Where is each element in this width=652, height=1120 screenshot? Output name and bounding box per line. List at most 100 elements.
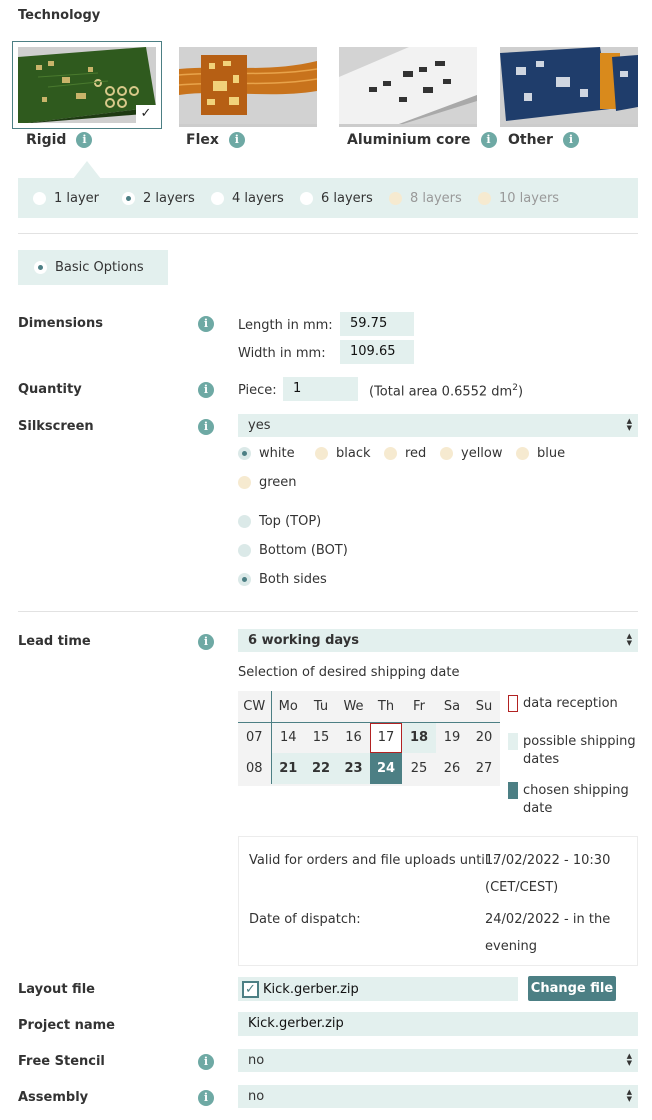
dispatch-value-time: evening — [485, 939, 538, 954]
assembly-select[interactable]: no ▲ ▼ — [238, 1085, 638, 1108]
calendar-day: 16 — [345, 730, 362, 746]
basic-options-tab[interactable]: Basic Options — [18, 250, 168, 285]
silk-color-white[interactable]: white — [238, 446, 315, 461]
tech-label-aluminium[interactable]: Aluminium core i — [347, 132, 497, 148]
width-input[interactable]: 109.65 — [340, 340, 414, 364]
tech-card-aluminium[interactable] — [339, 47, 477, 127]
info-icon[interactable]: i — [198, 382, 214, 398]
info-icon[interactable]: i — [76, 132, 93, 148]
change-file-button[interactable]: Change file — [528, 976, 616, 1001]
tech-name: Aluminium core — [347, 132, 471, 148]
tech-name: Other — [508, 132, 553, 148]
radio-button[interactable] — [384, 447, 397, 460]
valid-label: Valid for orders and file uploads until … — [249, 853, 498, 868]
info-icon[interactable]: i — [198, 419, 214, 435]
radio-button[interactable] — [238, 476, 251, 489]
silk-side-both[interactable]: Both sides — [238, 572, 327, 587]
tech-name: Flex — [186, 132, 219, 148]
calendar-day-chosen[interactable]: 24 — [370, 753, 402, 784]
silkscreen-label: Silkscreen — [18, 419, 94, 434]
layout-file-label: Layout file — [18, 982, 95, 997]
calendar-day-possible[interactable]: 18 — [402, 722, 436, 753]
silkscreen-select[interactable]: yes ▲ ▼ — [238, 414, 638, 437]
project-name-input[interactable]: Kick.gerber.zip — [238, 1012, 638, 1036]
legend-possible-text: possible shipping dates — [523, 734, 636, 767]
silk-color-red[interactable]: red — [384, 446, 440, 461]
free-stencil-select[interactable]: no ▲ ▼ — [238, 1049, 638, 1072]
calendar-day-possible[interactable]: 21 — [271, 753, 305, 784]
select-arrows-icon: ▲ ▼ — [626, 1052, 632, 1067]
assembly-label: Assembly — [18, 1090, 89, 1105]
radio-button[interactable] — [315, 447, 328, 460]
dimensions-label: Dimensions — [18, 316, 103, 331]
silk-side-bottom[interactable]: Bottom (BOT) — [238, 543, 348, 558]
calendar-table: CW Mo Tu We Th Fr Sa Su 07 14 15 16 17 1… — [238, 691, 500, 784]
valid-value-tz: (CET/CEST) — [485, 880, 559, 895]
radio-button[interactable] — [34, 261, 47, 274]
layer-option-1[interactable]: 1 layer — [33, 191, 122, 206]
radio-button[interactable] — [238, 544, 251, 557]
info-icon[interactable]: i — [480, 132, 497, 148]
tech-label-flex[interactable]: Flex i — [186, 132, 245, 148]
dispatch-label: Date of dispatch: — [249, 912, 361, 927]
flex-pcb-image — [179, 47, 317, 124]
silk-color-blue[interactable]: blue — [516, 446, 576, 461]
calendar: CW Mo Tu We Th Fr Sa Su 07 14 15 16 17 1… — [238, 691, 500, 786]
tech-card-rigid[interactable]: ✓ — [12, 41, 162, 129]
info-icon[interactable]: i — [228, 132, 245, 148]
panel-pointer — [73, 161, 101, 179]
piece-label: Piece: — [238, 383, 277, 398]
tech-label-other[interactable]: Other i — [508, 132, 579, 148]
info-icon[interactable]: i — [198, 634, 214, 650]
radio-button[interactable] — [238, 573, 251, 586]
silk-color-yellow[interactable]: yellow — [440, 446, 516, 461]
silk-color-green[interactable]: green — [238, 475, 297, 490]
tech-name: Rigid — [26, 132, 67, 148]
length-input[interactable]: 59.75 — [340, 312, 414, 336]
layers-panel: 1 layer 2 layers 4 layers 6 layers 8 lay… — [18, 178, 638, 218]
calendar-header-day: We — [343, 698, 364, 714]
radio-button[interactable] — [300, 191, 313, 205]
radio-button[interactable] — [122, 191, 135, 205]
layer-option-4[interactable]: 4 layers — [211, 191, 300, 206]
divider — [18, 233, 638, 234]
calendar-day: 15 — [312, 730, 330, 746]
layer-option-2[interactable]: 2 layers — [122, 191, 211, 206]
file-check-icon: ✓ — [242, 980, 259, 998]
radio-button[interactable] — [238, 447, 251, 460]
layout-file-name: Kick.gerber.zip — [263, 981, 359, 997]
radio-button[interactable] — [211, 191, 224, 205]
radio-button[interactable] — [440, 447, 453, 460]
calendar-day: 19 — [443, 730, 461, 746]
tech-card-other[interactable] — [500, 47, 638, 127]
calendar-header-day: Th — [377, 698, 395, 714]
calendar-day-possible[interactable]: 23 — [337, 753, 370, 784]
info-icon[interactable]: i — [198, 1090, 214, 1106]
lead-time-select[interactable]: 6 working days ▲ ▼ — [238, 629, 638, 652]
calendar-day: 25 — [410, 761, 428, 776]
legend-reception-swatch — [508, 695, 518, 712]
quantity-input[interactable]: 1 — [283, 377, 358, 401]
calendar-day-possible[interactable]: 22 — [305, 753, 337, 784]
calendar-week-row: 07 14 15 16 17 18 19 20 — [238, 722, 500, 753]
radio-button[interactable] — [238, 515, 251, 528]
radio-button[interactable] — [33, 191, 46, 205]
legend-reception-text: data reception — [523, 696, 618, 711]
calendar-header-day: Sa — [443, 698, 461, 714]
layer-option-6[interactable]: 6 layers — [300, 191, 389, 206]
info-icon[interactable]: i — [198, 1054, 214, 1070]
calendar-header-row: CW Mo Tu We Th Fr Sa Su — [238, 691, 500, 722]
calendar-header-day: Mo — [278, 698, 298, 714]
valid-value: 17/02/2022 - 10:30 — [485, 853, 611, 868]
select-arrows-icon: ▲ ▼ — [626, 632, 632, 647]
info-icon[interactable]: i — [562, 132, 579, 148]
radio-button[interactable] — [516, 447, 529, 460]
dispatch-value: 24/02/2022 - in the — [485, 912, 611, 927]
tech-label-rigid[interactable]: Rigid i — [26, 132, 93, 148]
calendar-week-row: 08 21 22 23 24 25 26 27 — [238, 753, 500, 784]
calendar-header-cw: CW — [238, 691, 272, 722]
info-icon[interactable]: i — [198, 316, 214, 332]
silk-side-top[interactable]: Top (TOP) — [238, 514, 321, 529]
tech-card-flex[interactable] — [179, 47, 317, 127]
silk-color-black[interactable]: black — [315, 446, 384, 461]
